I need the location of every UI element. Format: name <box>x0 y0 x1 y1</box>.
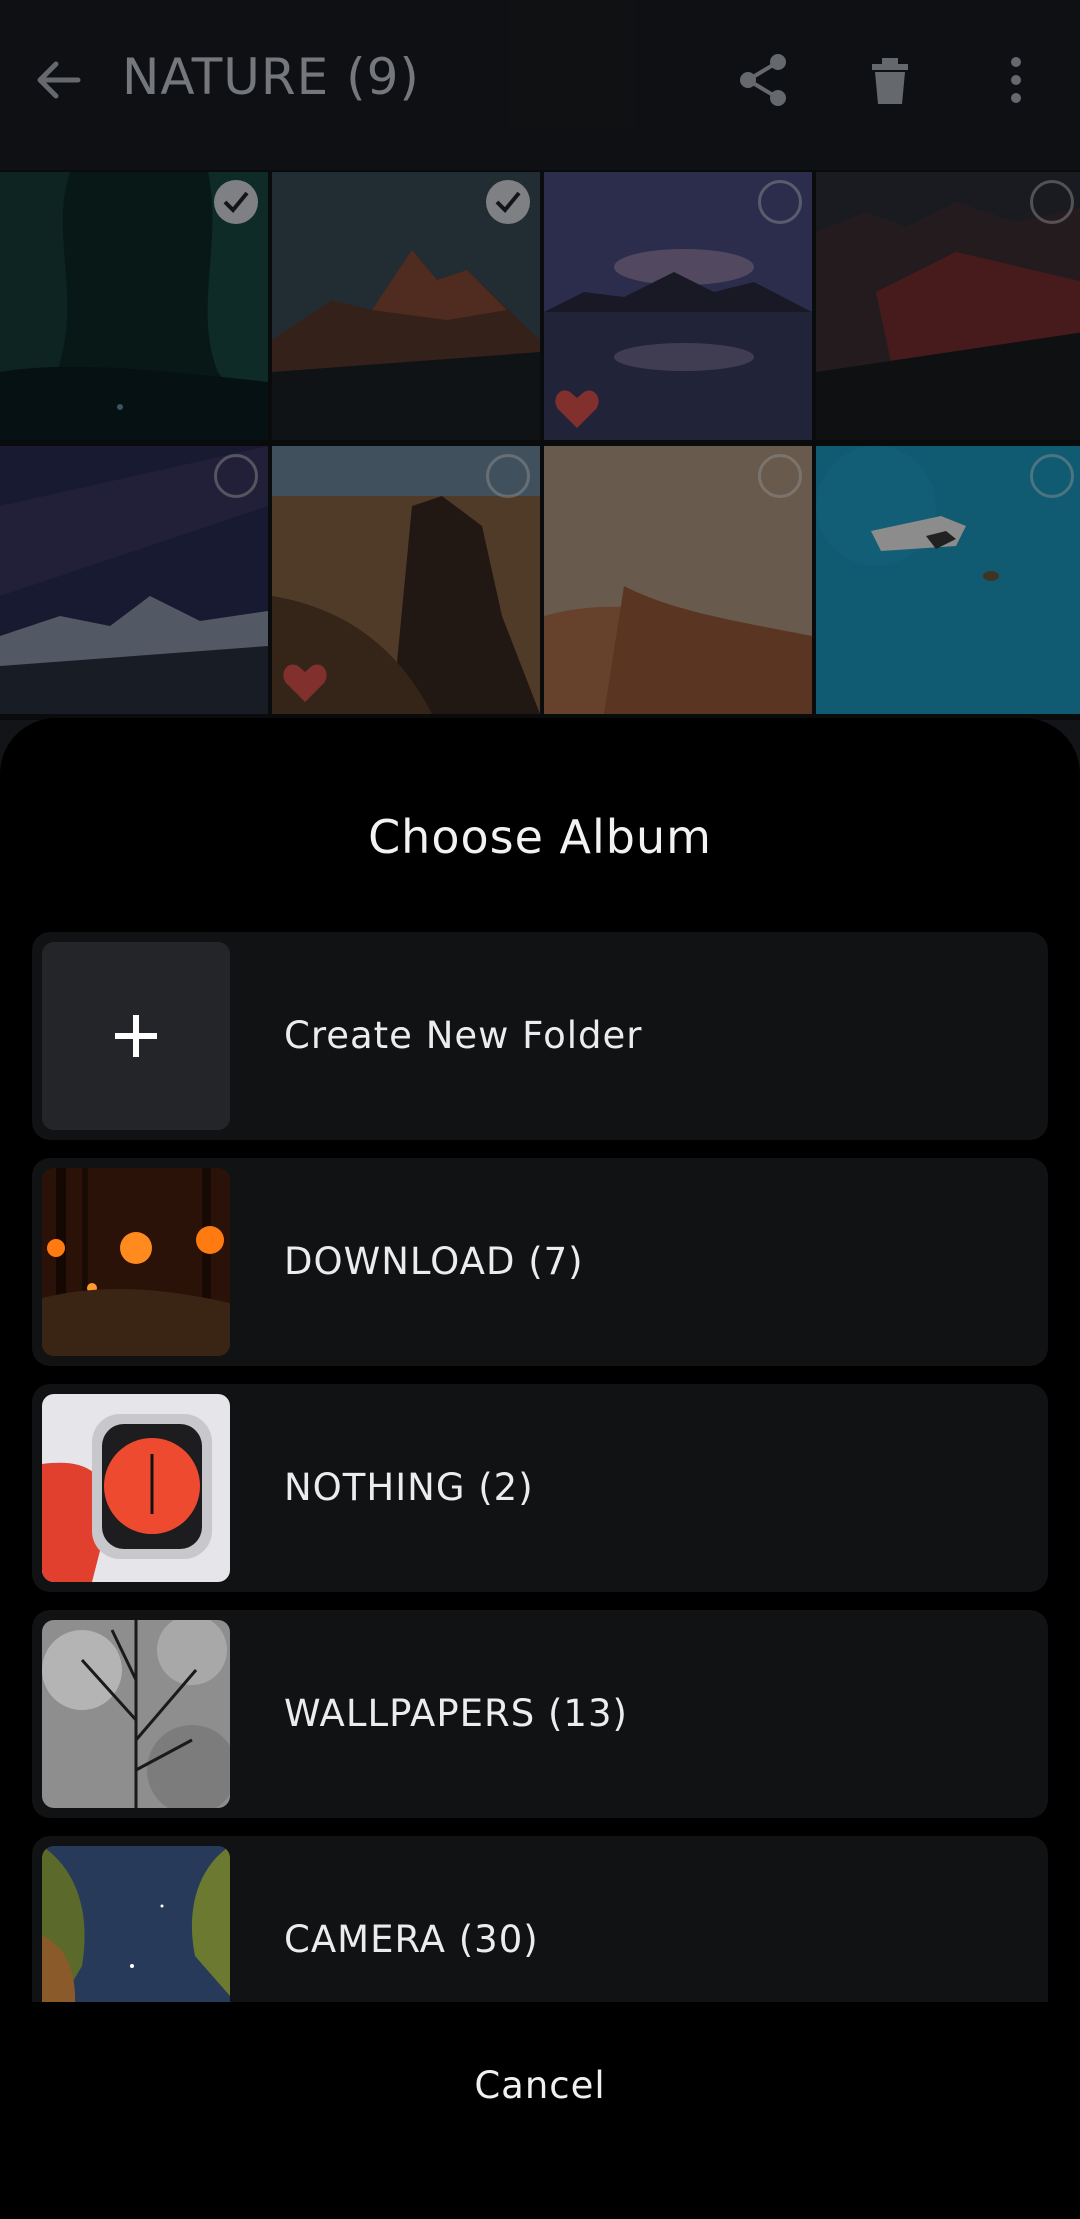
photo-tile[interactable] <box>816 172 1080 440</box>
selected-check-icon[interactable] <box>486 180 530 224</box>
album-thumbnail <box>42 1394 230 1582</box>
photo-tile[interactable] <box>0 446 268 714</box>
photo-tile[interactable] <box>544 446 812 714</box>
share-icon[interactable] <box>734 50 794 110</box>
album-title: NATURE (9) <box>122 48 420 106</box>
album-row-camera[interactable]: CAMERA (30) <box>32 1836 1048 2002</box>
photo-tile[interactable] <box>0 172 268 440</box>
album-label: NOTHING (2) <box>284 1466 534 1509</box>
favorite-heart-icon <box>283 664 327 702</box>
album-label: WALLPAPERS (13) <box>284 1692 628 1735</box>
album-thumbnail <box>42 1846 230 2002</box>
photo-tile[interactable] <box>272 446 540 714</box>
top-app-bar: NATURE (9) <box>0 0 1080 170</box>
album-label: DOWNLOAD (7) <box>284 1240 584 1283</box>
sheet-title: Choose Album <box>368 810 712 864</box>
choose-album-sheet: Choose Album Create New Folder DOWNLOAD … <box>0 718 1080 2219</box>
album-row-download[interactable]: DOWNLOAD (7) <box>32 1158 1048 1366</box>
plus-icon <box>42 942 230 1130</box>
back-arrow-icon[interactable] <box>30 52 86 108</box>
select-circle-icon[interactable] <box>214 454 258 498</box>
album-label: CAMERA (30) <box>284 1918 539 1961</box>
select-circle-icon[interactable] <box>486 454 530 498</box>
cancel-button[interactable]: Cancel <box>390 2046 690 2126</box>
photo-grid <box>0 172 1080 716</box>
favorite-heart-icon <box>555 390 599 428</box>
more-vert-icon[interactable] <box>986 50 1046 110</box>
create-new-folder-label: Create New Folder <box>284 1014 643 1057</box>
create-new-folder-row[interactable]: Create New Folder <box>32 932 1048 1140</box>
album-thumbnail <box>42 1620 230 1808</box>
selected-check-icon[interactable] <box>214 180 258 224</box>
select-circle-icon[interactable] <box>758 454 802 498</box>
select-circle-icon[interactable] <box>1030 180 1074 224</box>
photo-tile[interactable] <box>272 172 540 440</box>
album-row-wallpapers[interactable]: WALLPAPERS (13) <box>32 1610 1048 1818</box>
album-row-nothing[interactable]: NOTHING (2) <box>32 1384 1048 1592</box>
select-circle-icon[interactable] <box>1030 454 1074 498</box>
photo-tile[interactable] <box>816 446 1080 714</box>
album-thumbnail <box>42 1168 230 1356</box>
album-list: Create New Folder DOWNLOAD (7) NOTHING (… <box>32 932 1048 2002</box>
delete-icon[interactable] <box>860 50 920 110</box>
select-circle-icon[interactable] <box>758 180 802 224</box>
photo-tile[interactable] <box>544 172 812 440</box>
